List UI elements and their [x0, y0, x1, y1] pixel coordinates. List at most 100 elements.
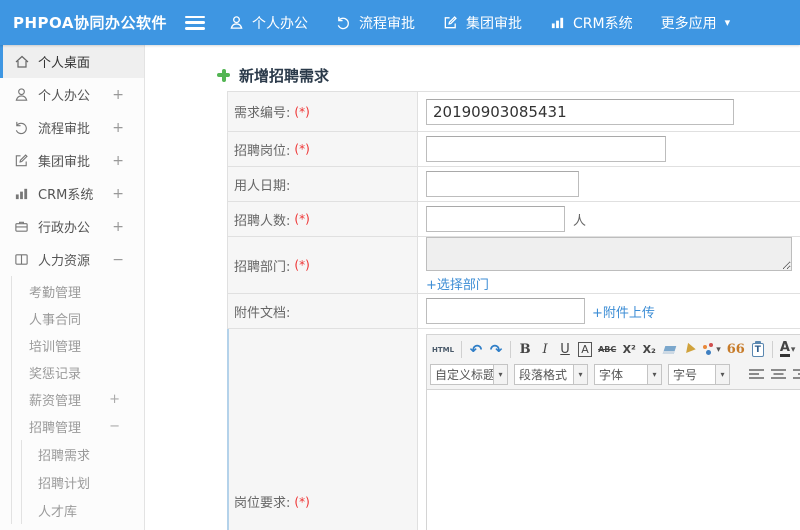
add-plus-icon — [217, 68, 230, 82]
sidebar-item-crm[interactable]: CRM系统 + — [0, 177, 144, 210]
expand-plus-icon[interactable]: + — [112, 87, 124, 103]
position-input[interactable] — [426, 136, 666, 162]
sidebar-item-hr-contract[interactable]: 人事合同 — [12, 305, 144, 332]
undo-icon[interactable]: ↶ — [467, 340, 485, 360]
alignment-group — [748, 366, 800, 383]
strikethrough-button[interactable]: ABC — [596, 340, 618, 360]
sidebar-item-hr[interactable]: 人力资源 − — [0, 243, 144, 276]
bold-button[interactable]: B — [516, 340, 534, 360]
subscript-button[interactable]: X₂ — [640, 340, 658, 360]
sidebar-item-recruit-mgmt[interactable]: 招聘管理 − — [12, 413, 144, 440]
form-row-position: 招聘岗位: (*) — [228, 132, 800, 167]
required-mark: (*) — [294, 142, 310, 156]
rich-text-editor: HTML ↶ ↷ B I U A ABC X² X₂ ▾ 66 T A ▾ 自定… — [426, 334, 800, 530]
paragraph-format-dropdown[interactable]: 段落格式 ▾ — [514, 364, 588, 385]
expand-plus-icon[interactable]: + — [112, 219, 124, 235]
required-mark: (*) — [294, 258, 310, 272]
expand-plus-icon[interactable]: + — [112, 153, 124, 169]
form-row-attachment: 附件文档: +附件上传 — [228, 294, 800, 329]
hire-date-input[interactable] — [426, 171, 579, 197]
format-brush-icon[interactable] — [680, 340, 698, 360]
sidebar-item-rewards[interactable]: 奖惩记录 — [12, 359, 144, 386]
field-label: 招聘岗位: — [234, 143, 291, 159]
sidebar-item-training[interactable]: 培训管理 — [12, 332, 144, 359]
font-color-button[interactable]: A ▾ — [778, 340, 798, 360]
main-content: 新增招聘需求 需求编号:(*) 招聘岗位:(*) 用人日期: 招聘人数:(*) … — [146, 45, 800, 530]
sidebar-item-admin-office[interactable]: 行政办公 + — [0, 210, 144, 243]
html-source-button[interactable]: HTML — [430, 340, 456, 360]
unit-suffix: 人 — [573, 213, 587, 229]
redo-icon[interactable]: ↷ — [487, 340, 505, 360]
collapse-minus-icon[interactable]: − — [112, 252, 124, 268]
sidebar-item-salary[interactable]: 薪资管理 + — [12, 386, 144, 413]
sidebar-item-talent-pool[interactable]: 人才库 — [22, 496, 144, 524]
caret-down-icon: ▾ — [493, 365, 507, 384]
topnav-process-approval[interactable]: 流程审批 — [336, 13, 415, 33]
font-size-dropdown[interactable]: 字号 ▾ — [668, 364, 730, 385]
field-label: 招聘人数: — [234, 213, 291, 229]
select-department-link[interactable]: +选择部门 — [426, 274, 489, 293]
form-row-hire-date: 用人日期: — [228, 167, 800, 202]
user-icon — [14, 87, 30, 103]
caret-down-icon: ▾ — [715, 365, 729, 384]
app-brand: PHPOA协同办公软件 — [13, 14, 167, 32]
menu-toggle-icon[interactable] — [185, 15, 205, 30]
editor-content-area[interactable] — [427, 390, 800, 530]
collapse-minus-icon[interactable]: − — [109, 419, 120, 434]
topnav-crm[interactable]: CRM系统 — [550, 13, 633, 33]
italic-button[interactable]: I — [536, 340, 554, 360]
department-textarea[interactable] — [426, 237, 792, 271]
headcount-input[interactable] — [426, 206, 565, 232]
caret-down-icon: ▾ — [647, 365, 661, 384]
caret-down-icon: ▾ — [724, 16, 731, 29]
char-border-button[interactable]: A — [576, 340, 594, 360]
sidebar-item-attendance[interactable]: 考勤管理 — [12, 278, 144, 305]
user-icon — [229, 15, 244, 30]
hr-submenu: 考勤管理 人事合同 培训管理 奖惩记录 薪资管理 + 招聘管理 − 招聘需求 招… — [11, 276, 144, 524]
toolbar-separator — [771, 341, 773, 358]
autotypeset-icon[interactable]: ▾ — [700, 340, 723, 360]
superscript-button[interactable]: X² — [620, 340, 638, 360]
expand-plus-icon[interactable]: + — [112, 186, 124, 202]
topnav-more-apps[interactable]: 更多应用 ▾ — [661, 13, 731, 33]
underline-button[interactable]: U — [556, 340, 574, 360]
field-label: 招聘部门: — [234, 259, 291, 275]
sidebar-item-recruit-demand[interactable]: 招聘需求 — [22, 440, 144, 468]
sidebar-item-recruit-plan[interactable]: 招聘计划 — [22, 468, 144, 496]
demand-no-input[interactable] — [426, 98, 734, 125]
required-mark: (*) — [294, 494, 310, 509]
paste-icon[interactable]: T — [749, 340, 767, 360]
expand-plus-icon[interactable]: + — [112, 120, 124, 136]
attachment-upload-link[interactable]: +附件上传 — [592, 302, 655, 321]
topnav-personal-office[interactable]: 个人办公 — [229, 13, 308, 33]
blockquote-button[interactable]: 66 — [725, 340, 747, 360]
caret-down-icon: ▾ — [573, 365, 587, 384]
sidebar-item-process-approval[interactable]: 流程审批 + — [0, 111, 144, 144]
toolbar-row-1: HTML ↶ ↷ B I U A ABC X² X₂ ▾ 66 T A ▾ — [430, 337, 800, 362]
sidebar-item-group-approval[interactable]: 集团审批 + — [0, 144, 144, 177]
book-icon — [14, 252, 30, 268]
top-header: PHPOA协同办公软件 个人办公 流程审批 集团审批 CRM系统 更多应用 ▾ — [0, 0, 800, 45]
process-icon — [14, 120, 30, 136]
field-label: 附件文档: — [234, 305, 291, 321]
editor-toolbar: HTML ↶ ↷ B I U A ABC X² X₂ ▾ 66 T A ▾ 自定… — [427, 335, 800, 390]
custom-title-dropdown[interactable]: 自定义标题 ▾ — [430, 364, 508, 385]
field-label: 岗位要求: — [234, 496, 291, 511]
recruit-submenu: 招聘需求 招聘计划 人才库 — [21, 440, 144, 524]
page-title: 新增招聘需求 — [146, 45, 800, 91]
align-right-icon[interactable] — [792, 366, 800, 383]
home-icon — [14, 54, 30, 70]
recruitment-form: 需求编号:(*) 招聘岗位:(*) 用人日期: 招聘人数:(*) 人 招聘部门:… — [227, 91, 800, 530]
sidebar-item-personal-office[interactable]: 个人办公 + — [0, 78, 144, 111]
form-row-headcount: 招聘人数: (*) 人 — [228, 202, 800, 237]
expand-plus-icon[interactable]: + — [109, 392, 120, 407]
field-label: 需求编号: — [234, 106, 291, 121]
sidebar-item-desktop[interactable]: 个人桌面 — [0, 45, 144, 78]
font-family-dropdown[interactable]: 字体 ▾ — [594, 364, 662, 385]
bar-chart-icon — [550, 15, 565, 30]
topnav-group-approval[interactable]: 集团审批 — [443, 13, 522, 33]
align-center-icon[interactable] — [770, 366, 787, 383]
align-left-icon[interactable] — [748, 366, 765, 383]
eraser-icon[interactable] — [660, 340, 678, 360]
attachment-input[interactable] — [426, 298, 585, 324]
